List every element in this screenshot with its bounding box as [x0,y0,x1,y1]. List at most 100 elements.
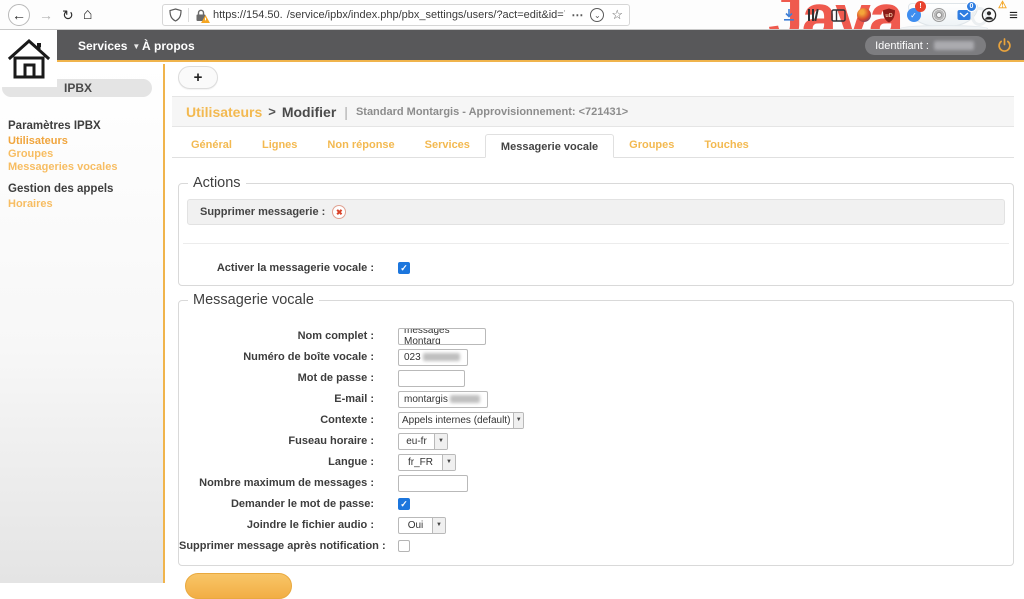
reload-button[interactable]: ↻ [62,7,74,24]
back-button[interactable]: ← [8,4,30,26]
sidebar-menu: Paramètres IPBXUtilisateursGroupesMessag… [8,110,159,211]
form-row: Supprimer message après notification : [179,538,1013,554]
proxy-extension-icon[interactable] [855,7,872,24]
field-select-joindre-le-fichier-audio[interactable]: Oui▼ [398,517,446,534]
menu-services[interactable]: Services▼ [78,30,140,62]
menu-hamburger-icon[interactable]: ≡ ⚠ [1005,7,1022,24]
form-row: Nom complet :messages Montarg [179,328,1013,344]
urlbar-separator [188,8,189,22]
insecure-lock-icon[interactable] [195,9,207,22]
voicemail-legend: Messagerie vocale [188,292,319,308]
account-icon[interactable] [980,7,997,24]
field-label-supprimer-message-apr-s-notification: Supprimer message après notification : [179,540,374,552]
field-select-contexte[interactable]: Appels internes (default)▼ [398,412,524,429]
field-select-langue[interactable]: fr_FR▼ [398,454,456,471]
delete-voicemail-label: Supprimer messagerie : [200,206,325,218]
field-label-mot-de-passe: Mot de passe : [179,372,374,384]
selected-value: Oui [399,520,432,531]
form-row: Numéro de boîte vocale : 023 [179,349,1013,365]
adblock-shield-icon[interactable]: uD [880,7,897,24]
count-badge: 0 [966,1,977,12]
breadcrumb-divider: | [344,104,348,120]
form-row: Mot de passe : [179,370,1013,386]
home-button[interactable]: ⌂ [83,6,93,24]
tab-bar: GénéralLignesNon réponseServicesMessager… [172,134,1014,158]
sidebar-section-title: Gestion des appels [8,183,159,195]
verified-check-icon[interactable]: ✓ ! [905,7,922,24]
sidebar-item-horaires[interactable]: Horaires [8,198,159,210]
page-actions-icon[interactable]: ⋯ [571,8,583,22]
identifiant-badge: Identifiant : [865,36,986,55]
menu-apropos[interactable]: À propos [142,30,195,62]
sidebar-item-groupes[interactable]: Groupes [8,148,159,160]
breadcrumb-separator: > [268,104,276,119]
field-label-fuseau-horaire: Fuseau horaire : [179,435,374,447]
tab-services[interactable]: Services [410,134,485,157]
dropdown-arrow-icon: ▼ [432,518,445,533]
add-button[interactable]: + [178,66,218,89]
alert-badge: ! [915,1,926,12]
library-icon[interactable] [805,7,822,24]
actions-legend: Actions [188,175,246,191]
field-value: 023 [404,352,421,363]
form-row: Demander le mot de passe: [179,496,1013,512]
field-label-contexte: Contexte : [179,414,374,426]
url-text: https://154.50./service/ipbx/index.php/p… [213,9,565,21]
field-label-num-ro-de-bo-te-vocale: Numéro de boîte vocale : [179,351,374,363]
field-label-nombre-maximum-de-messages: Nombre maximum de messages : [179,477,374,489]
bookmark-star-icon[interactable]: ☆ [611,7,623,23]
logout-power-icon[interactable] [997,38,1012,53]
field-input-nom-complet[interactable]: messages Montarg [398,328,486,345]
form-row: E-mail :montargis [179,391,1013,407]
field-input-e-mail[interactable]: montargis [398,391,488,408]
address-bar[interactable]: https://154.50./service/ipbx/index.php/p… [162,4,630,26]
field-input-num-ro-de-bo-te-vocale[interactable]: 023 [398,349,468,366]
mail-extension-icon[interactable]: 0 [955,7,972,24]
field-value: montargis [404,394,448,405]
chevron-down-icon: ▼ [132,42,140,51]
tab-lignes[interactable]: Lignes [247,134,312,157]
download-icon[interactable] [780,7,797,24]
masked-value [450,395,480,403]
breadcrumb: Utilisateurs > Modifier | Standard Monta… [172,96,1014,127]
selected-value: Appels internes (default) [399,415,513,426]
field-label-langue: Langue : [179,456,374,468]
tab-non-r-ponse[interactable]: Non réponse [312,134,409,157]
field-input-mot-de-passe[interactable] [398,370,465,387]
pocket-icon[interactable]: ⌄ [590,8,604,22]
identifiant-masked [934,41,974,50]
tab-groupes[interactable]: Groupes [614,134,689,157]
tab-messagerie-vocale[interactable]: Messagerie vocale [485,134,614,158]
field-checkbox-supprimer-message-apr-s-notification[interactable] [398,540,410,552]
field-label-joindre-le-fichier-audio: Joindre le fichier audio : [179,519,374,531]
selected-value: fr_FR [399,457,442,468]
sidebar-item-utilisateurs[interactable]: Utilisateurs [8,135,159,147]
tracking-shield-icon[interactable] [169,8,182,22]
delete-voicemail-icon[interactable]: ✖ [332,205,346,219]
app-header: Services▼ À propos Identifiant : [0,30,1024,62]
field-label-demander-le-mot-de-passe: Demander le mot de passe: [179,498,374,510]
sidebar-toggle-icon[interactable] [830,7,847,24]
breadcrumb-section-link[interactable]: Utilisateurs [186,104,262,120]
voicemail-fields: Nom complet :messages Montarg Numéro de b… [179,328,1013,559]
dropdown-arrow-icon: ▼ [513,413,523,428]
field-checkbox-demander-le-mot-de-passe[interactable] [398,498,410,510]
field-select-fuseau-horaire[interactable]: eu-fr▼ [398,433,448,450]
sidebar: Paramètres IPBXUtilisateursGroupesMessag… [0,64,165,583]
enable-voicemail-checkbox[interactable] [398,262,410,274]
enable-voicemail-label: Activer la messagerie vocale : [179,262,374,274]
save-button[interactable] [185,573,292,599]
breadcrumb-page: Modifier [282,104,336,120]
app-logo[interactable] [0,30,57,87]
tab-touches[interactable]: Touches [689,134,763,157]
svg-text:uD: uD [885,13,892,19]
field-input-nombre-maximum-de-messages[interactable] [398,475,468,492]
form-row: Nombre maximum de messages : [179,475,1013,491]
forward-button[interactable]: → [39,7,53,23]
wheel-extension-icon[interactable] [930,7,947,24]
tab-g-n-ral[interactable]: Général [176,134,247,157]
sidebar-item-messageries-vocales[interactable]: Messageries vocales [8,161,159,173]
dropdown-arrow-icon: ▼ [442,455,455,470]
voicemail-section: Messagerie vocale Nom complet :messages … [178,300,1014,566]
selected-value: eu-fr [399,436,434,447]
